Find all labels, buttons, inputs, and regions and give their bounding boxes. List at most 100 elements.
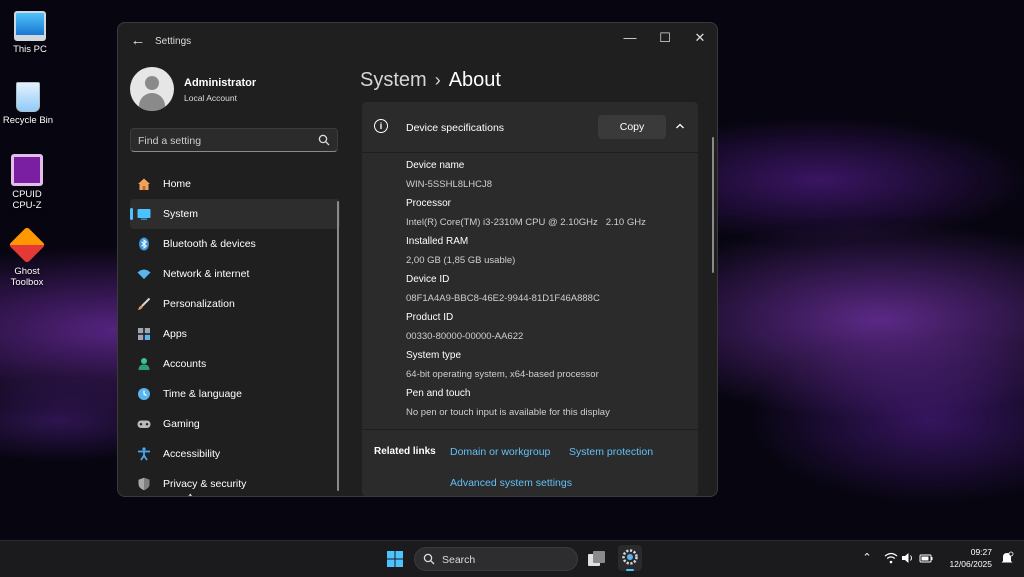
card-title: Device specifications	[406, 122, 505, 134]
spec-value: 2,00 GB (1,85 GB usable)	[406, 255, 516, 266]
recycle-bin-icon	[16, 82, 40, 112]
domain-workgroup-link[interactable]: Domain or workgroup	[450, 446, 550, 458]
spec-label: Processor	[406, 198, 452, 209]
search-icon	[423, 553, 435, 565]
desktop-icon-cpu-z[interactable]: CPUID CPU-Z	[0, 154, 57, 211]
nav-list: Home System Bluetooth & devices Network …	[130, 169, 340, 496]
sidebar-item-label: Time & language	[163, 388, 242, 400]
close-button[interactable]: ✕	[685, 27, 715, 49]
desktop-icon-recycle-bin[interactable]: Recycle Bin	[0, 82, 58, 126]
account-name: Administrator	[184, 77, 257, 89]
sidebar-item-label: Privacy & security	[163, 478, 247, 490]
spec-value: 08F1A4A9-BBC8-46E2-9944-81D1F46A888C	[406, 293, 600, 304]
search-icon	[318, 134, 330, 146]
tray-overflow-chevron-icon[interactable]: ⌃	[860, 551, 874, 565]
title-bar[interactable]: ← Settings — ☐ ✕	[118, 23, 717, 59]
account-type: Local Account	[184, 93, 237, 103]
spec-value: WIN-5SSHL8LHCJ8	[406, 179, 493, 190]
volume-icon[interactable]	[901, 551, 915, 565]
sidebar: Administrator Local Account Find a setti…	[118, 59, 348, 496]
back-arrow-icon: ←	[130, 32, 146, 49]
avatar[interactable]	[130, 67, 174, 111]
computer-icon	[14, 11, 46, 41]
breadcrumb: System › About	[360, 69, 501, 92]
spec-label: System type	[406, 350, 462, 361]
time-language-icon	[138, 388, 150, 400]
system-protection-link[interactable]: System protection	[569, 446, 653, 458]
sidebar-item-label: Apps	[163, 328, 187, 340]
search-placeholder: Find a setting	[138, 135, 202, 147]
sidebar-item-label: Personalization	[163, 298, 235, 310]
search-input[interactable]: Find a setting	[130, 128, 338, 152]
sidebar-item-accessibility[interactable]: Accessibility	[130, 439, 340, 469]
breadcrumb-separator: ›	[434, 70, 441, 90]
sidebar-item-label: Gaming	[163, 418, 200, 430]
sidebar-item-system[interactable]: System	[130, 199, 340, 229]
sidebar-item-network[interactable]: Network & internet	[130, 259, 340, 289]
home-icon	[138, 178, 150, 190]
page-title: About	[448, 69, 501, 91]
taskbar-search-label: Search	[442, 554, 476, 566]
desktop-icon-label: This PC	[13, 44, 47, 55]
spec-list: Device name WIN-5SSHL8LHCJ8 Processor In…	[406, 160, 646, 426]
sidebar-item-label: Accounts	[163, 358, 207, 370]
related-links: Related links Domain or workgroup System…	[362, 429, 698, 496]
desktop-icon-label: Recycle Bin	[2, 115, 54, 126]
sidebar-item-label: Bluetooth & devices	[163, 238, 256, 250]
taskbar-settings-app[interactable]	[618, 545, 642, 571]
related-links-label: Related links	[374, 446, 436, 457]
battery-icon[interactable]	[919, 551, 933, 565]
task-view-icon[interactable]	[587, 550, 607, 568]
brush-icon	[138, 297, 151, 310]
clock[interactable]: 09:27 12/06/2025	[949, 546, 992, 570]
sidebar-item-apps[interactable]: Apps	[130, 319, 340, 349]
wifi-status-icon[interactable]	[884, 551, 898, 565]
sidebar-scrollbar[interactable]	[337, 201, 339, 491]
sidebar-item-bluetooth[interactable]: Bluetooth & devices	[130, 229, 340, 259]
maximize-button[interactable]: ☐	[650, 27, 680, 49]
device-specifications-header[interactable]: i Device specifications Copy	[362, 102, 698, 153]
desktop-icon-label: Ghost Toolbox	[10, 266, 44, 288]
sidebar-item-accounts[interactable]: Accounts	[130, 349, 340, 379]
back-button[interactable]: ←	[126, 31, 150, 51]
sidebar-item-home[interactable]: Home	[130, 169, 340, 199]
device-specifications-card: i Device specifications Copy Device name…	[362, 102, 698, 496]
clock-time: 09:27	[970, 547, 992, 557]
spec-value: No pen or touch input is available for t…	[406, 407, 610, 418]
settings-gear-icon	[622, 549, 638, 565]
chevron-up-icon[interactable]	[674, 120, 686, 132]
windows-start-icon[interactable]	[387, 551, 403, 567]
sidebar-item-gaming[interactable]: Gaming	[130, 409, 340, 439]
sidebar-item-privacy-security[interactable]: Privacy & security	[130, 469, 340, 496]
sidebar-item-personalization[interactable]: Personalization	[130, 289, 340, 319]
notification-bell-icon[interactable]	[1000, 551, 1014, 565]
apps-icon	[138, 328, 150, 340]
sidebar-item-label: Network & internet	[163, 268, 250, 280]
gamepad-icon	[137, 420, 151, 428]
spec-label: Device name	[406, 160, 465, 171]
desktop-icon-this-pc[interactable]: This PC	[0, 6, 60, 55]
spec-label: Installed RAM	[406, 236, 469, 247]
advanced-system-settings-link[interactable]: Advanced system settings	[450, 477, 572, 489]
spec-value: 00330-80000-00000-AA622	[406, 331, 524, 342]
copy-button[interactable]: Copy	[598, 115, 666, 139]
taskbar-search[interactable]: Search	[414, 547, 578, 571]
main-scrollbar[interactable]	[712, 137, 714, 273]
desktop-icon-label: CPUID CPU-Z	[12, 189, 42, 211]
breadcrumb-parent[interactable]: System	[360, 69, 427, 91]
sidebar-item-label: System	[163, 208, 199, 220]
minimize-button[interactable]: —	[615, 27, 645, 49]
spec-label: Device ID	[406, 274, 450, 285]
wifi-icon	[137, 269, 151, 279]
sidebar-item-label: Accessibility	[163, 448, 221, 460]
bluetooth-icon	[139, 237, 149, 251]
spec-value: Intel(R) Core(TM) i3-2310M CPU @ 2.10GHz…	[406, 217, 646, 228]
info-icon: i	[374, 119, 388, 133]
taskbar: Search ⌃ 09:27 12/06/2025	[0, 540, 1024, 577]
desktop-icon-ghost-toolbox[interactable]: Ghost Toolbox	[0, 226, 57, 288]
sidebar-item-time-language[interactable]: Time & language	[130, 379, 340, 409]
sidebar-item-label: Home	[163, 178, 192, 190]
spec-label: Pen and touch	[406, 388, 471, 399]
main-content: System › About i Device specifications Cop…	[348, 59, 717, 496]
clock-date: 12/06/2025	[949, 559, 992, 569]
